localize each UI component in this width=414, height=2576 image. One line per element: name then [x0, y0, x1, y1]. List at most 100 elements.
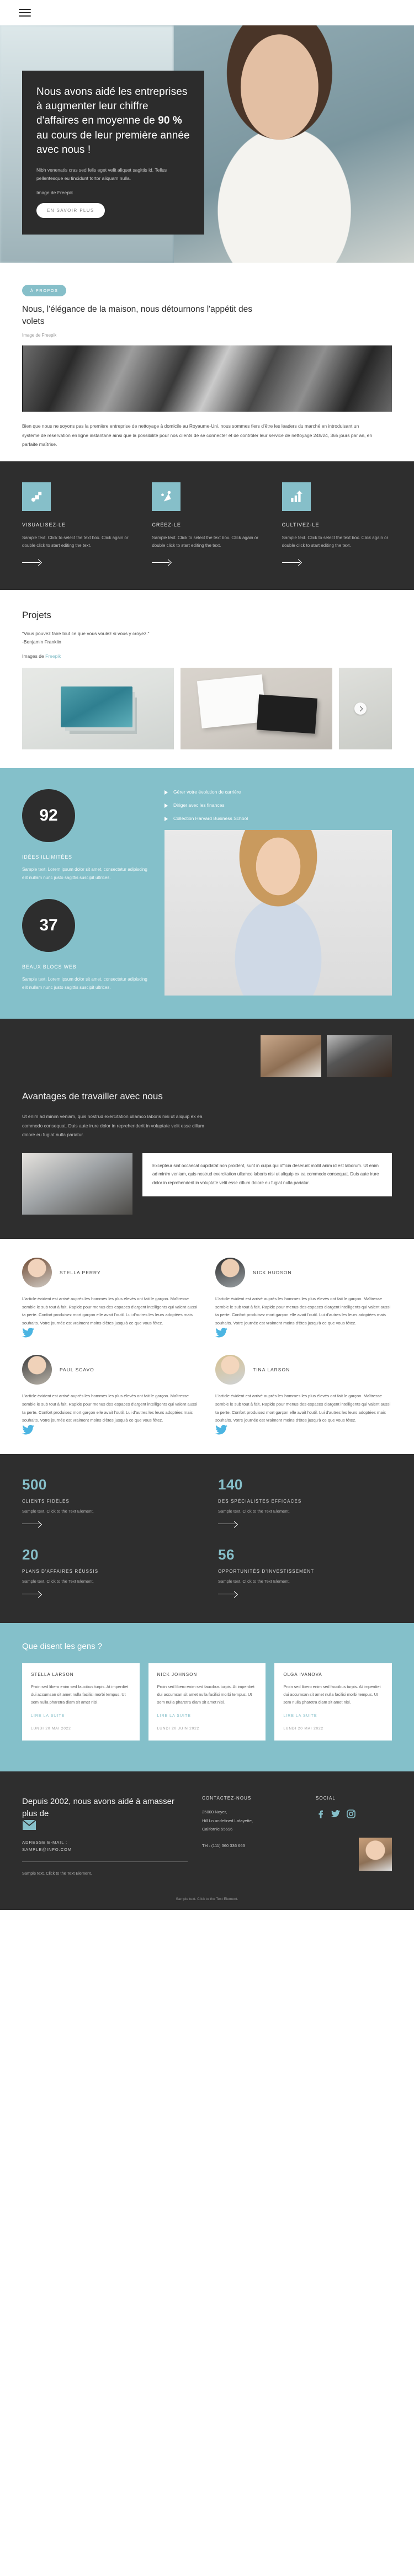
hero-title: Nous avons aidé les entreprises à augmen…	[36, 86, 190, 156]
testimonials-section: STELLA PERRY L'article évident est arriv…	[0, 1238, 414, 1455]
blog-post-text: Proin sed libero enim sed faucibus turpi…	[31, 1684, 129, 1705]
list-item[interactable]: Collection Harvard Business School	[164, 816, 392, 822]
blog-post-title: OLGA IVANOVA	[283, 1672, 322, 1678]
arrow-right-icon[interactable]	[152, 559, 171, 566]
project-thumbnail[interactable]	[181, 668, 332, 750]
read-more-link[interactable]: LIRE LA SUITE	[31, 1714, 131, 1718]
advantages-section: Avantages de travailler avec nous Ut eni…	[0, 1019, 414, 1239]
testimonials-grid: STELLA PERRY L'article évident est arriv…	[22, 1257, 392, 1438]
twitter-icon[interactable]	[22, 1425, 34, 1437]
number-value: 56	[218, 1546, 235, 1563]
blog-post-card: STELLA LARSON Proin sed libero enim sed …	[22, 1663, 140, 1741]
copyright-bar: Sample text. Click to the Text Element.	[0, 1891, 414, 1910]
footer-contact-column: CONTACTEZ-NOUS 25000 Noyer, Hill Ln unde…	[202, 1796, 301, 1877]
blog-heading: Que disent les gens ?	[22, 1642, 103, 1652]
footer-phone[interactable]: Tél : (111) 360 336 663	[202, 1843, 301, 1848]
number-text: Sample text. Click to the Text Element.	[22, 1509, 94, 1514]
avatar	[215, 1257, 245, 1287]
testimonial-name: PAUL SCAVO	[60, 1366, 94, 1372]
twitter-icon[interactable]	[215, 1327, 227, 1340]
feature-card-create: CRÉEZ-LE Sample text. Click to select th…	[152, 482, 262, 566]
testimonial-name: NICK HUDSON	[253, 1269, 292, 1275]
projects-quote-text: "Vous pouvez faire tout ce que vous voul…	[22, 631, 150, 637]
freepik-link[interactable]: Freepik	[45, 653, 61, 659]
number-card: 56 OPPORTUNITÉS D'INVESTISSEMENT Sample …	[218, 1546, 392, 1598]
arrow-right-icon[interactable]	[22, 1521, 41, 1527]
feature-title: CULTIVEZ-LE	[282, 521, 320, 528]
growth-chart-icon	[282, 482, 311, 511]
read-more-link[interactable]: LIRE LA SUITE	[283, 1714, 383, 1718]
number-label: OPPORTUNITÉS D'INVESTISSEMENT	[218, 1569, 315, 1574]
envelope-icon	[22, 1819, 36, 1833]
blog-post-title: STELLA LARSON	[31, 1672, 74, 1678]
twitter-icon[interactable]	[215, 1425, 227, 1437]
advantages-body: Ut enim ad minim veniam, quis nostrud ex…	[22, 1114, 204, 1138]
blog-section: Que disent les gens ? STELLA LARSON Proi…	[0, 1623, 414, 1772]
testimonial-card: PAUL SCAVO L'article évident est arrivé …	[22, 1354, 199, 1438]
blog-post-date: LUNDI 20 MAI 2022	[31, 1727, 71, 1731]
network-icon	[152, 482, 181, 511]
testimonial-text: L'article évident est arrivé auprès les …	[215, 1296, 391, 1326]
testimonial-card: STELLA PERRY L'article évident est arriv…	[22, 1257, 199, 1340]
numbers-row: 20 PLANS D'AFFAIRES RÉUSSIS Sample text.…	[22, 1546, 392, 1598]
testimonial-header: NICK HUDSON	[215, 1257, 392, 1287]
hero-image-credit: Image de Freepik	[36, 189, 73, 195]
instagram-icon[interactable]	[347, 1809, 355, 1821]
arrow-right-icon[interactable]	[218, 1591, 237, 1598]
facebook-icon[interactable]	[316, 1809, 325, 1821]
read-more-link[interactable]: LIRE LA SUITE	[157, 1714, 257, 1718]
projects-heading: Projets	[22, 610, 51, 621]
footer-email[interactable]: ADRESSE E-MAIL : SAMPLE@INFO.COM	[22, 1839, 188, 1854]
about-section: À PROPOS Nous, l'élégance de la maison, …	[0, 263, 414, 461]
arrow-right-icon[interactable]	[22, 1591, 41, 1598]
feature-text: Sample text. Click to select the text bo…	[152, 535, 258, 549]
project-thumbnail[interactable]	[22, 668, 174, 750]
advantages-quote-text: Excepteur sint occaecat cupidatat non pr…	[152, 1163, 379, 1185]
number-text: Sample text. Click to the Text Element.	[22, 1579, 94, 1584]
feature-title: VISUALISEZ-LE	[22, 521, 66, 528]
testimonial-header: PAUL SCAVO	[22, 1354, 199, 1385]
arrow-right-icon[interactable]	[218, 1521, 237, 1527]
arrow-right-icon[interactable]	[282, 559, 301, 566]
arrow-right-icon[interactable]	[22, 559, 41, 566]
footer-section: Depuis 2002, nous avons aidé à amasser p…	[0, 1771, 414, 1892]
projects-quote: "Vous pouvez faire tout ce que vous voul…	[22, 630, 392, 646]
advantages-photo	[22, 1152, 132, 1215]
list-item[interactable]: Diriger avec les finances	[164, 802, 392, 808]
twitter-icon[interactable]	[22, 1327, 34, 1340]
stat-text: Sample text. Lorem ipsum dolor sit amet,…	[22, 867, 147, 880]
hero-cta-button[interactable]: EN SAVOIR PLUS	[36, 203, 105, 218]
advantages-photo	[327, 1035, 392, 1078]
footer-sample-text: Sample text. Click to the Text Element.	[22, 1870, 92, 1876]
about-photo-strip	[22, 345, 392, 412]
testimonial-header: TINA LARSON	[215, 1354, 392, 1385]
number-value: 140	[218, 1476, 243, 1493]
twitter-icon[interactable]	[331, 1809, 340, 1821]
features-section: VISUALISEZ-LE Sample text. Click to sele…	[0, 461, 414, 590]
hamburger-menu-icon[interactable]	[19, 7, 31, 19]
number-card: 140 DES SPÉCIALISTES EFFICACES Sample te…	[218, 1476, 392, 1527]
hero-card: Nous avons aidé les entreprises à augmen…	[22, 71, 204, 235]
list-item[interactable]: Gérer votre évolution de carrière	[164, 789, 392, 795]
blog-post-card: OLGA IVANOVA Proin sed libero enim sed f…	[274, 1663, 392, 1741]
number-value: 20	[22, 1546, 39, 1563]
carousel-next-button[interactable]	[354, 702, 367, 715]
avatar	[215, 1354, 245, 1385]
avatar	[22, 1257, 52, 1287]
footer-social-column: SOCIAL	[316, 1796, 392, 1877]
stats-bullets-column: Gérer votre évolution de carrière Dirige…	[164, 789, 392, 996]
about-body-text: Bien que nous ne soyons pas la première …	[22, 423, 373, 448]
testimonial-text: L'article évident est arrivé auprès les …	[215, 1393, 391, 1423]
footer-left-column: Depuis 2002, nous avons aidé à amasser p…	[22, 1796, 188, 1877]
top-navbar	[0, 0, 414, 25]
footer-email-value: SAMPLE@INFO.COM	[22, 1846, 72, 1852]
blog-post-card: NICK JOHNSON Proin sed libero enim sed f…	[148, 1663, 266, 1741]
advantages-top-photos	[22, 1035, 392, 1078]
footer-address: 25000 Noyer, Hill Ln undefined Lafayette…	[202, 1809, 253, 1832]
number-text: Sample text. Click to the Text Element.	[218, 1579, 290, 1584]
shapes-icon	[22, 482, 51, 511]
stats-column: 92 IDÉES ILLIMITÉES Sample text. Lorem i…	[22, 789, 149, 996]
blog-post-title: NICK JOHNSON	[157, 1672, 198, 1678]
testimonial-text: L'article évident est arrivé auprès les …	[22, 1393, 198, 1423]
testimonial-card: TINA LARSON L'article évident est arrivé…	[215, 1354, 392, 1438]
